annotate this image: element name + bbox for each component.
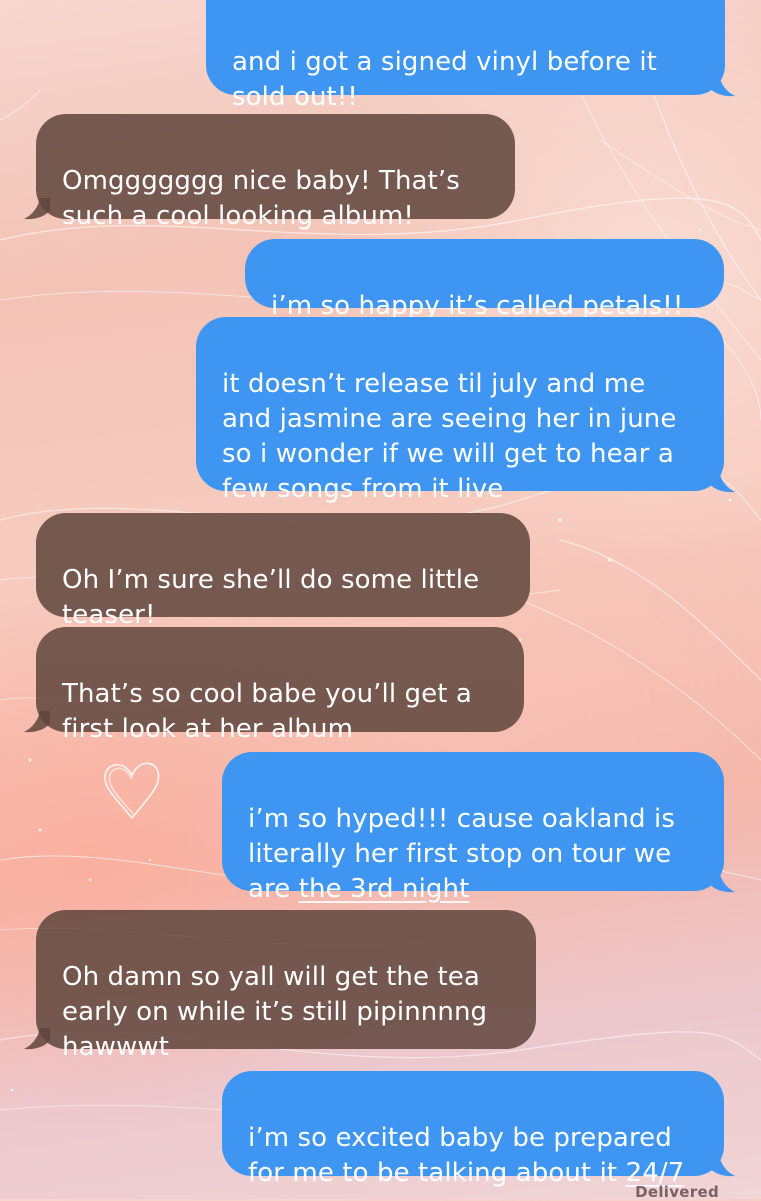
bubble-tail-received xyxy=(24,711,50,733)
message-text: Omggggggg nice baby! That’s such a cool … xyxy=(62,166,460,231)
delivered-status: Delivered xyxy=(635,1183,719,1201)
message-text: Oh damn so yall will get the tea early o… xyxy=(62,962,488,1062)
message-bubble-sent[interactable]: i’m so happy it’s called petals!! xyxy=(245,239,724,321)
message-bubble-sent[interactable]: i’m so excited baby be prepared for me t… xyxy=(222,1071,724,1188)
bubble-tail-received xyxy=(24,198,50,220)
bubble-tail-sent xyxy=(709,471,735,493)
message-text: That’s so cool babe you’ll get a first l… xyxy=(62,679,472,744)
bubble-tail-sent xyxy=(709,75,735,97)
message-bubble-received[interactable]: Oh I’m sure she’ll do some little teaser… xyxy=(36,513,530,630)
message-text: Oh I’m sure she’ll do some little teaser… xyxy=(62,565,480,630)
message-thread[interactable]: and i got a signed vinyl before it sold … xyxy=(0,0,761,1201)
message-bubble-sent[interactable]: it doesn’t release til july and me and j… xyxy=(196,317,724,504)
date-link[interactable]: the 3rd night xyxy=(299,874,470,904)
message-bubble-sent[interactable]: i’m so hyped!!! cause oakland is literal… xyxy=(222,752,724,904)
bubble-tail-received xyxy=(24,1028,50,1050)
message-text: i’m so excited baby be prepared for me t… xyxy=(248,1123,672,1188)
message-bubble-received[interactable]: Omggggggg nice baby! That’s such a cool … xyxy=(36,114,515,231)
message-text: and i got a signed vinyl before it sold … xyxy=(232,47,657,112)
bubble-tail-sent xyxy=(709,1155,735,1177)
message-bubble-received[interactable]: That’s so cool babe you’ll get a first l… xyxy=(36,627,524,744)
message-text: it doesn’t release til july and me and j… xyxy=(222,369,677,504)
message-bubble-sent[interactable]: and i got a signed vinyl before it sold … xyxy=(206,0,725,112)
bubble-tail-sent xyxy=(709,871,735,893)
message-bubble-received[interactable]: Oh damn so yall will get the tea early o… xyxy=(36,910,536,1062)
